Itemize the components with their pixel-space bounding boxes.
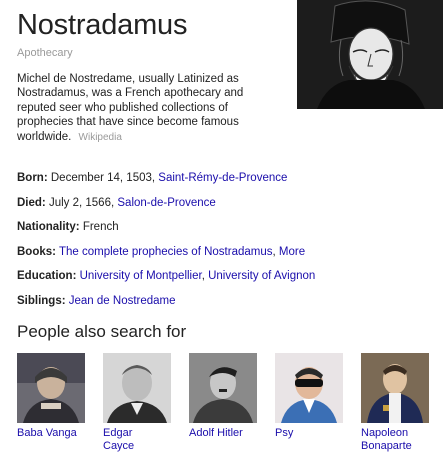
fact-label: Nationality: bbox=[17, 221, 80, 233]
person-name-link[interactable]: Napoleon Bonaparte bbox=[361, 427, 433, 452]
fact-nationality: Nationality: French bbox=[17, 220, 442, 245]
person-photo-icon bbox=[103, 353, 171, 423]
fact-value: July 2, 1566, bbox=[48, 196, 115, 209]
related-person-card[interactable]: Baba Vanga bbox=[17, 353, 89, 440]
fact-separator: , bbox=[201, 270, 205, 282]
person-photo[interactable] bbox=[361, 353, 429, 423]
entity-subtitle: Apothecary bbox=[17, 47, 73, 59]
person-photo[interactable] bbox=[103, 353, 171, 423]
related-person-card[interactable]: Psy bbox=[275, 353, 347, 440]
fact-died: Died: July 2, 1566, Salon-de-Provence bbox=[17, 196, 442, 221]
entity-image[interactable] bbox=[297, 0, 443, 109]
people-also-search-carousel: Baba Vanga Edgar Cayce Adolf Hitler Psy … bbox=[17, 353, 442, 463]
person-photo[interactable] bbox=[275, 353, 343, 423]
fact-siblings: Siblings: Jean de Nostredame bbox=[17, 294, 442, 319]
fact-label: Education: bbox=[17, 270, 77, 282]
book-link[interactable]: The complete prophecies of Nostradamus bbox=[59, 246, 273, 258]
fact-value: December 14, 1503, bbox=[50, 172, 156, 184]
person-photo-icon bbox=[361, 353, 429, 423]
entity-description: Michel de Nostredame, usually Latinized … bbox=[17, 72, 279, 145]
fact-label: Died: bbox=[17, 196, 46, 209]
person-name-link[interactable]: Edgar Cayce bbox=[103, 427, 175, 452]
knowledge-panel: Nostradamus Apothecary Michel de Nostred… bbox=[0, 0, 446, 465]
portrait-illustration-icon bbox=[297, 0, 443, 109]
fact-label: Siblings: bbox=[17, 294, 66, 307]
person-photo[interactable] bbox=[17, 353, 85, 423]
person-photo-icon bbox=[275, 353, 343, 423]
person-name-link[interactable]: Adolf Hitler bbox=[189, 427, 261, 440]
fact-born: Born: December 14, 1503, Saint-Rémy-de-P… bbox=[17, 171, 442, 196]
related-person-card[interactable]: Napoleon Bonaparte bbox=[361, 353, 433, 452]
person-photo-icon bbox=[189, 353, 257, 423]
birthplace-link[interactable]: Saint-Rémy-de-Provence bbox=[158, 172, 287, 184]
person-photo-icon bbox=[17, 353, 85, 423]
education-link-avignon[interactable]: University of Avignon bbox=[208, 270, 315, 282]
sibling-link[interactable]: Jean de Nostredame bbox=[69, 295, 176, 307]
person-name-link[interactable]: Psy bbox=[275, 427, 347, 440]
related-person-card[interactable]: Adolf Hitler bbox=[189, 353, 261, 440]
fact-label: Born: bbox=[17, 172, 48, 184]
fact-value: French bbox=[82, 221, 119, 233]
person-name-link[interactable]: Baba Vanga bbox=[17, 427, 89, 440]
fact-label: Books: bbox=[17, 245, 56, 258]
facts-list: Born: December 14, 1503, Saint-Rémy-de-P… bbox=[17, 171, 442, 318]
related-person-card[interactable]: Edgar Cayce bbox=[103, 353, 175, 452]
fact-separator: , bbox=[272, 245, 276, 258]
more-books-link[interactable]: More bbox=[279, 246, 305, 258]
person-photo[interactable] bbox=[189, 353, 257, 423]
education-link-montpellier[interactable]: University of Montpellier bbox=[80, 270, 202, 282]
entity-title: Nostradamus bbox=[17, 9, 188, 41]
deathplace-link[interactable]: Salon-de-Provence bbox=[117, 197, 215, 209]
people-also-search-heading: People also search for bbox=[17, 322, 187, 341]
fact-education: Education: University of Montpellier, Un… bbox=[17, 269, 442, 294]
wikipedia-source-link[interactable]: Wikipedia bbox=[79, 132, 122, 143]
fact-books: Books: The complete prophecies of Nostra… bbox=[17, 245, 442, 270]
description-text: Michel de Nostredame, usually Latinized … bbox=[17, 73, 244, 143]
